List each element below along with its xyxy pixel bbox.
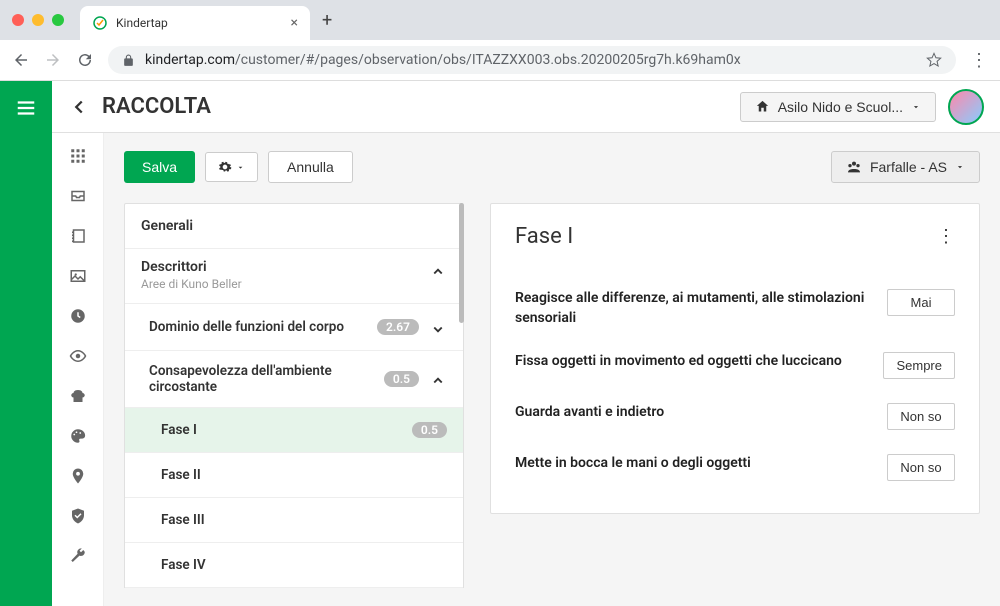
general-section-header[interactable]: Generali [125, 204, 463, 249]
score-badge: 0.5 [412, 422, 447, 438]
caret-down-icon [236, 163, 245, 172]
question-text: Mette in bocca le mani o degli oggetti [515, 454, 867, 474]
hamburger-column [0, 81, 52, 606]
phase-detail-title: Fase I [515, 224, 573, 249]
phase-row-1[interactable]: Fase I 0.5 [125, 408, 463, 453]
palette-icon[interactable] [69, 427, 87, 445]
question-row: Guarda avanti e indietro Non so [515, 391, 955, 442]
icon-sidebar [52, 133, 104, 606]
eye-icon[interactable] [69, 347, 87, 365]
tenant-selector-button[interactable]: Asilo Nido e Scuol... [740, 92, 936, 122]
descriptors-title: Descrittori [141, 259, 242, 275]
close-window-button[interactable] [12, 14, 24, 26]
clock-icon[interactable] [69, 307, 87, 325]
phase-label: Fase III [161, 512, 447, 528]
tab-close-icon[interactable]: × [291, 15, 298, 31]
window-controls [12, 14, 64, 26]
descriptors-subtitle: Aree di Kuno Beller [141, 277, 242, 291]
phase-row-2[interactable]: Fase II [125, 453, 463, 498]
chef-hat-icon[interactable] [69, 387, 87, 405]
class-selector-button[interactable]: Farfalle - AS [831, 151, 980, 183]
shield-check-icon[interactable] [69, 507, 87, 525]
wrench-icon[interactable] [69, 547, 87, 565]
back-button[interactable] [12, 51, 30, 69]
settings-dropdown-button[interactable] [205, 152, 258, 182]
score-badge: 0.5 [384, 371, 419, 387]
gear-icon [218, 160, 232, 174]
favicon-icon [92, 15, 108, 31]
domain-row-environment-awareness[interactable]: Consapevolezza dell'ambiente circostante… [125, 351, 463, 408]
answer-button[interactable]: Non so [887, 403, 955, 430]
phase-label: Fase I [161, 422, 412, 438]
chevron-up-icon [429, 372, 447, 390]
scrollbar-thumb[interactable] [459, 203, 464, 323]
tab-title: Kindertap [116, 16, 283, 30]
score-badge: 2.67 [377, 319, 419, 335]
answer-button[interactable]: Non so [887, 454, 955, 481]
location-pin-icon[interactable] [69, 467, 87, 485]
grid-icon[interactable] [69, 147, 87, 165]
domain-label: Consapevolezza dell'ambiente circostante [149, 363, 374, 395]
phase-detail-panel: Fase I ⋮ Reagisce alle differenze, ai mu… [490, 203, 980, 514]
url-bar[interactable]: kindertap.com/customer/#/pages/observati… [108, 46, 956, 74]
hamburger-menu-icon[interactable] [15, 97, 37, 119]
question-row: Reagisce alle differenze, ai mutamenti, … [515, 277, 955, 340]
browser-menu-icon[interactable]: ⋮ [970, 50, 988, 71]
answer-button[interactable]: Sempre [883, 352, 955, 379]
page-title: RACCOLTA [102, 94, 740, 119]
phase-label: Fase IV [161, 557, 447, 573]
home-icon [755, 99, 770, 114]
tenant-label: Asilo Nido e Scuol... [778, 99, 903, 115]
picture-icon[interactable] [69, 267, 87, 285]
notebook-icon[interactable] [69, 227, 87, 245]
question-text: Reagisce alle differenze, ai mutamenti, … [515, 289, 867, 328]
question-row: Fissa oggetti in movimento ed oggetti ch… [515, 340, 955, 391]
kebab-menu-icon[interactable]: ⋮ [937, 226, 955, 247]
lock-icon [122, 54, 135, 67]
cancel-button[interactable]: Annulla [268, 151, 353, 183]
save-button[interactable]: Salva [124, 151, 195, 183]
action-toolbar: Salva Annulla Farfalle - AS [124, 151, 980, 183]
descriptors-panel: Generali Descrittori Aree di Kuno Beller… [124, 203, 464, 588]
question-row: Mette in bocca le mani o degli oggetti N… [515, 442, 955, 493]
answer-button[interactable]: Mai [887, 289, 955, 316]
minimize-window-button[interactable] [32, 14, 44, 26]
user-avatar[interactable] [948, 89, 984, 125]
caret-down-icon [955, 162, 965, 172]
domain-row-body-functions[interactable]: Dominio delle funzioni del corpo 2.67 [125, 304, 463, 351]
new-tab-button[interactable]: + [310, 10, 344, 31]
browser-tab-bar: Kindertap × + [0, 0, 1000, 40]
chevron-down-icon [429, 320, 447, 338]
reload-button[interactable] [76, 51, 94, 69]
domain-label: Dominio delle funzioni del corpo [149, 319, 367, 335]
maximize-window-button[interactable] [52, 14, 64, 26]
question-text: Guarda avanti e indietro [515, 403, 867, 423]
browser-tab[interactable]: Kindertap × [80, 6, 310, 40]
url-text: kindertap.com/customer/#/pages/observati… [145, 52, 741, 68]
bookmark-star-icon[interactable] [926, 52, 942, 68]
people-icon [846, 159, 862, 175]
class-label: Farfalle - AS [870, 159, 947, 175]
app-header: RACCOLTA Asilo Nido e Scuol... [52, 81, 1000, 133]
chevron-up-icon [429, 263, 447, 281]
phase-row-4[interactable]: Fase IV [125, 543, 463, 588]
phase-label: Fase II [161, 467, 447, 483]
phase-row-3[interactable]: Fase III [125, 498, 463, 543]
forward-button[interactable] [44, 51, 62, 69]
descriptors-section-header[interactable]: Descrittori Aree di Kuno Beller [125, 249, 463, 304]
inbox-icon[interactable] [69, 187, 87, 205]
caret-down-icon [911, 102, 921, 112]
back-chevron-icon[interactable] [68, 96, 90, 118]
question-text: Fissa oggetti in movimento ed oggetti ch… [515, 352, 863, 372]
browser-nav-bar: kindertap.com/customer/#/pages/observati… [0, 40, 1000, 80]
